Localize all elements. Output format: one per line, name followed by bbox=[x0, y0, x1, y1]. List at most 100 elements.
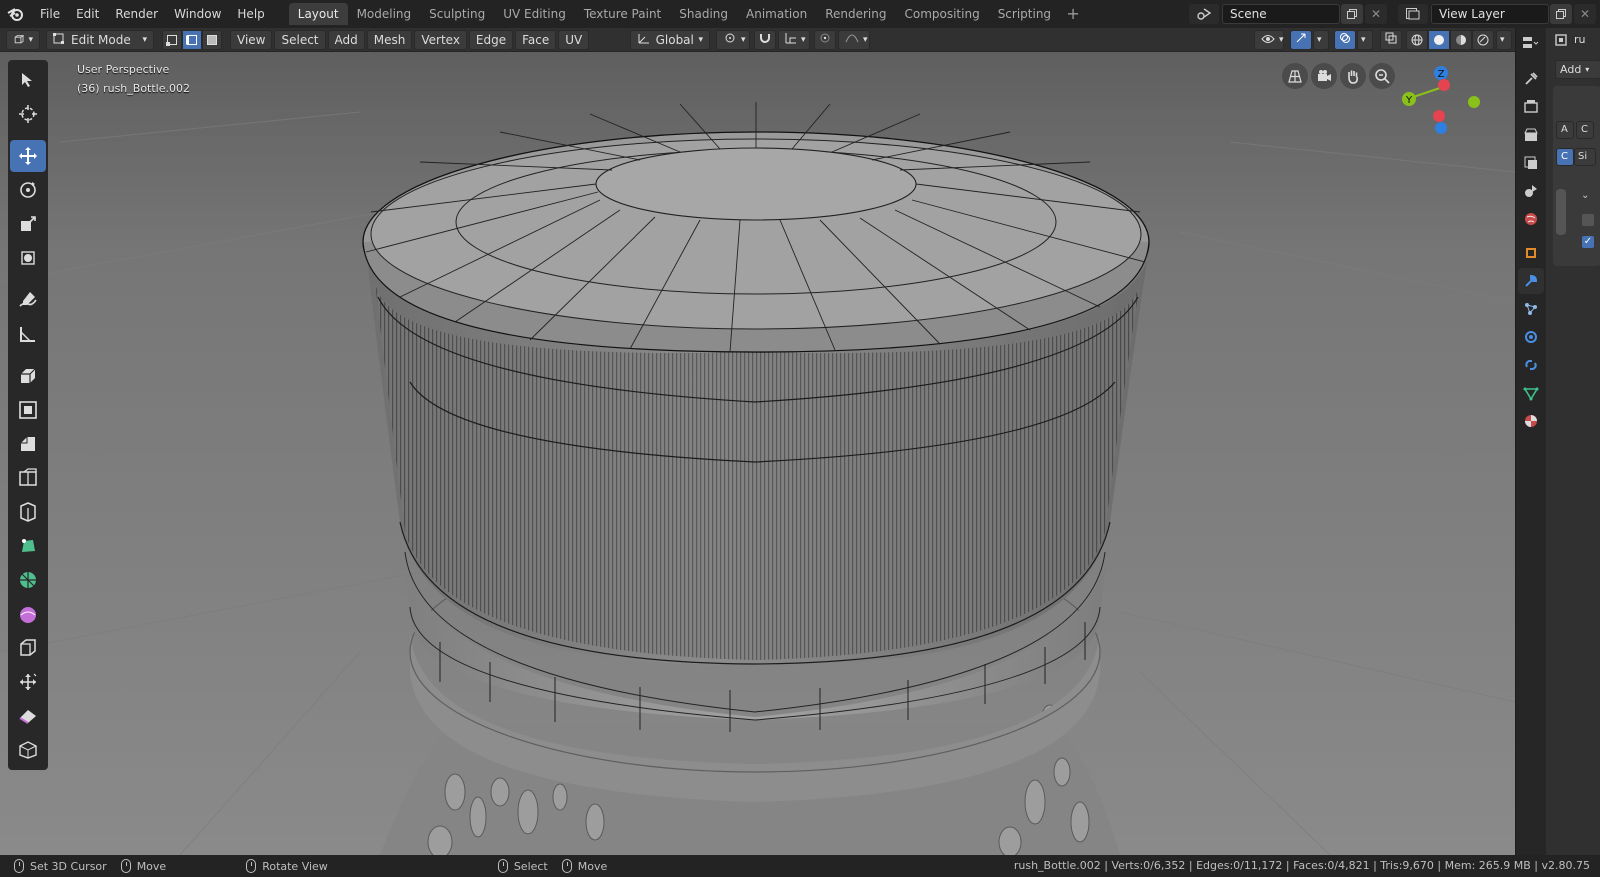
tab-layout[interactable]: Layout bbox=[288, 3, 348, 25]
tab-shading[interactable]: Shading bbox=[670, 3, 737, 25]
tab-rendering[interactable]: Rendering bbox=[816, 3, 895, 25]
toggle-grid-view-button[interactable] bbox=[1282, 63, 1308, 89]
scene-name-field[interactable]: Scene bbox=[1222, 4, 1340, 24]
menu-render[interactable]: Render bbox=[107, 0, 166, 28]
tab-animation[interactable]: Animation bbox=[737, 3, 816, 25]
axis-neg-y-icon[interactable] bbox=[1468, 96, 1480, 108]
physics-properties-tab[interactable] bbox=[1518, 324, 1544, 350]
camera-view-button[interactable] bbox=[1311, 63, 1337, 89]
apply-button[interactable]: A bbox=[1556, 121, 1574, 139]
edge-slide-icon[interactable] bbox=[10, 632, 46, 664]
mode-dropdown[interactable]: Edit Mode ▾ bbox=[46, 29, 154, 50]
vertex-select-button[interactable] bbox=[162, 29, 182, 50]
scale-icon[interactable] bbox=[10, 208, 46, 240]
extrude-icon[interactable] bbox=[10, 360, 46, 392]
knife-icon[interactable] bbox=[10, 496, 46, 528]
inset-icon[interactable] bbox=[10, 394, 46, 426]
sides-field[interactable]: Si bbox=[1574, 148, 1596, 166]
clear-button[interactable]: C bbox=[1556, 148, 1574, 166]
select-box-icon[interactable] bbox=[10, 64, 46, 96]
navigation-gizmo[interactable]: Z Y bbox=[1398, 62, 1482, 134]
menu-view[interactable]: View bbox=[230, 29, 273, 50]
particles-properties-tab[interactable] bbox=[1518, 296, 1544, 322]
slider-track[interactable] bbox=[1556, 189, 1566, 235]
tab-compositing[interactable]: Compositing bbox=[895, 3, 988, 25]
tab-uv-editing[interactable]: UV Editing bbox=[494, 3, 575, 25]
smooth-icon[interactable] bbox=[10, 598, 46, 630]
edge-select-button[interactable] bbox=[182, 29, 202, 50]
shrink-fatten-icon[interactable] bbox=[10, 666, 46, 698]
menu-window[interactable]: Window bbox=[166, 0, 229, 28]
tool-properties-tab[interactable] bbox=[1518, 66, 1544, 92]
overlay-dropdown[interactable]: ▾ bbox=[1357, 29, 1373, 50]
output-properties-tab[interactable] bbox=[1518, 122, 1544, 148]
tab-texture-paint[interactable]: Texture Paint bbox=[575, 3, 670, 25]
xray-toggle[interactable] bbox=[1380, 29, 1402, 50]
material-properties-tab[interactable] bbox=[1518, 408, 1544, 434]
menu-file[interactable]: File bbox=[32, 0, 68, 28]
blender-logo-icon[interactable] bbox=[0, 0, 32, 28]
rendered-shading-button[interactable] bbox=[1472, 29, 1494, 50]
menu-vertex[interactable]: Vertex bbox=[414, 29, 467, 50]
solid-shading-button[interactable] bbox=[1428, 29, 1450, 50]
add-modifier-button[interactable]: Add ▾ bbox=[1555, 60, 1600, 79]
copy-button[interactable]: C bbox=[1576, 121, 1594, 139]
visibility-dropdown[interactable]: ▾ bbox=[1254, 29, 1284, 50]
modifier-properties-tab[interactable] bbox=[1518, 268, 1544, 294]
view-layer-field[interactable]: View Layer bbox=[1431, 4, 1549, 24]
menu-uv[interactable]: UV bbox=[558, 29, 590, 50]
tab-modeling[interactable]: Modeling bbox=[348, 3, 421, 25]
editor-type-icon[interactable] bbox=[1516, 28, 1546, 58]
zoom-view-button[interactable] bbox=[1369, 63, 1395, 89]
material-shading-button[interactable] bbox=[1450, 29, 1472, 50]
proportional-edit-toggle[interactable] bbox=[814, 29, 836, 50]
annotate-icon[interactable] bbox=[10, 284, 46, 316]
move-icon[interactable] bbox=[10, 140, 46, 172]
chevron-down-icon[interactable]: ⌄ bbox=[1581, 190, 1589, 201]
menu-help[interactable]: Help bbox=[229, 0, 272, 28]
wireframe-shading-button[interactable] bbox=[1406, 29, 1428, 50]
view-layer-icon[interactable] bbox=[1398, 4, 1428, 24]
delete-scene-icon[interactable]: ✕ bbox=[1365, 4, 1387, 24]
face-select-button[interactable] bbox=[202, 29, 222, 50]
measure-icon[interactable] bbox=[10, 318, 46, 350]
transform-icon[interactable] bbox=[10, 242, 46, 274]
object-properties-tab[interactable] bbox=[1518, 240, 1544, 266]
world-properties-tab[interactable] bbox=[1518, 206, 1544, 232]
proportional-falloff-dropdown[interactable]: ▾ bbox=[838, 29, 870, 50]
gizmo-toggle[interactable] bbox=[1290, 29, 1312, 50]
view-layer-properties-tab[interactable] bbox=[1518, 150, 1544, 176]
cursor-icon[interactable] bbox=[10, 98, 46, 130]
poly-build-icon[interactable] bbox=[10, 530, 46, 562]
scene-icon[interactable] bbox=[1189, 4, 1219, 24]
menu-add[interactable]: Add bbox=[327, 29, 365, 50]
menu-select[interactable]: Select bbox=[274, 29, 326, 50]
loop-cut-icon[interactable] bbox=[10, 462, 46, 494]
shear-icon[interactable] bbox=[10, 700, 46, 732]
pivot-point-dropdown[interactable]: ▾ bbox=[716, 29, 750, 50]
axis-x-icon[interactable] bbox=[1438, 79, 1450, 91]
bevel-icon[interactable] bbox=[10, 428, 46, 460]
axis-neg-x-icon[interactable] bbox=[1433, 110, 1445, 122]
snap-element-dropdown[interactable]: ▾ bbox=[778, 29, 810, 50]
object-data-properties-tab[interactable] bbox=[1518, 380, 1544, 406]
constraints-properties-tab[interactable] bbox=[1518, 352, 1544, 378]
tab-sculpting[interactable]: Sculpting bbox=[420, 3, 494, 25]
new-scene-icon[interactable] bbox=[1341, 4, 1363, 24]
render-properties-tab[interactable] bbox=[1518, 94, 1544, 120]
editor-type-button[interactable]: ▾ bbox=[6, 29, 40, 50]
tab-scripting[interactable]: Scripting bbox=[989, 3, 1060, 25]
add-workspace-button[interactable]: + bbox=[1064, 5, 1082, 23]
axis-neg-z-icon[interactable] bbox=[1435, 122, 1447, 134]
new-view-layer-icon[interactable] bbox=[1550, 4, 1572, 24]
rip-region-icon[interactable] bbox=[10, 734, 46, 766]
overlay-toggle[interactable] bbox=[1334, 29, 1356, 50]
snap-toggle[interactable] bbox=[754, 29, 776, 50]
scene-properties-tab[interactable] bbox=[1518, 178, 1544, 204]
menu-edge[interactable]: Edge bbox=[468, 29, 514, 50]
menu-mesh[interactable]: Mesh bbox=[366, 29, 413, 50]
delete-view-layer-icon[interactable]: ✕ bbox=[1574, 4, 1596, 24]
checkbox-off[interactable] bbox=[1582, 214, 1594, 226]
menu-edit[interactable]: Edit bbox=[68, 0, 107, 28]
checkbox-on[interactable]: ✓ bbox=[1582, 236, 1594, 248]
